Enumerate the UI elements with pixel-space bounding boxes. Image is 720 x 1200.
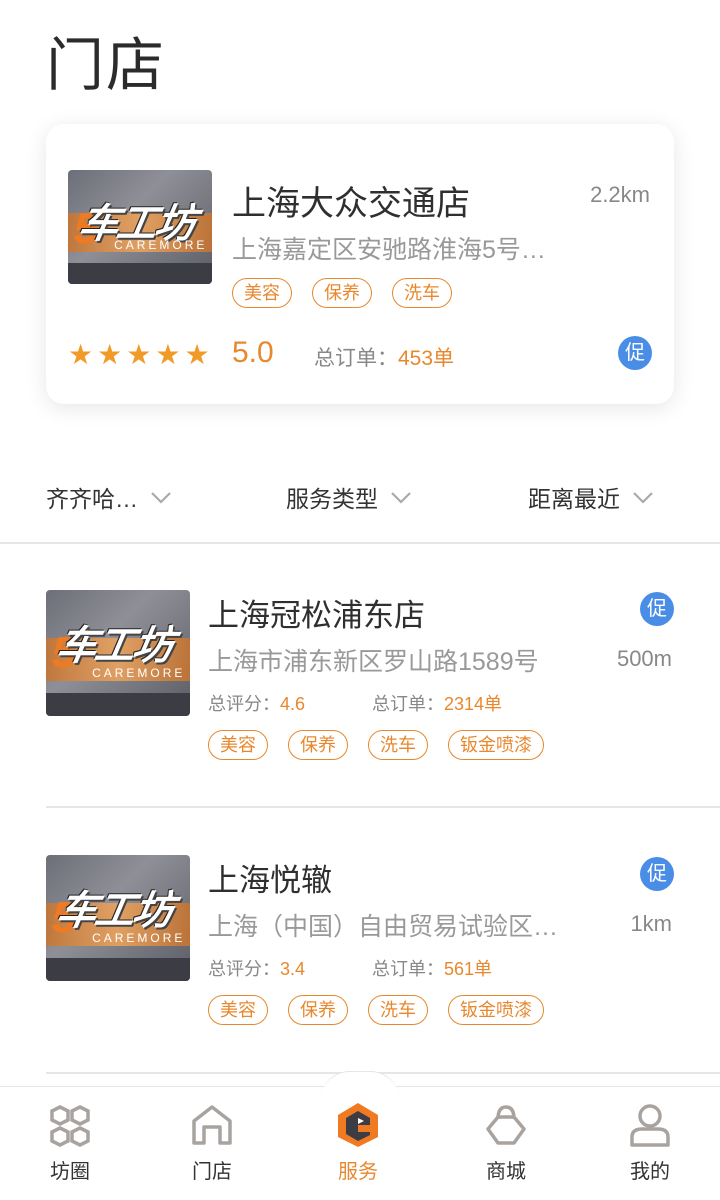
store-address: 上海市浦东新区罗山路1589号	[208, 648, 539, 676]
chevron-down-icon	[151, 492, 171, 504]
nav-label: 坊圈	[50, 1161, 90, 1183]
store-name: 上海大众交通店	[232, 185, 470, 223]
thumbnail-logo: 车工坊	[52, 623, 175, 668]
nav-tab-profile[interactable]: 我的	[600, 1101, 700, 1184]
nav-tab-store[interactable]: 门店	[162, 1101, 262, 1184]
total-rating: 总评分：3.4	[208, 959, 306, 979]
profile-icon	[630, 1104, 670, 1147]
sort-distance-filter[interactable]: 距离最近	[528, 480, 654, 514]
promo-badge: 促	[640, 857, 674, 891]
star-icon: ★	[155, 339, 181, 370]
store-thumbnail: 5 车工坊 CAREMORE	[68, 170, 212, 284]
divider	[0, 542, 720, 544]
nav-tab-service[interactable]: 服务	[308, 1101, 408, 1184]
rating-score: 5.0	[232, 336, 274, 369]
star-icon: ★	[68, 339, 94, 370]
nav-center-bump	[320, 1071, 400, 1101]
star-icon: ★	[126, 339, 152, 370]
chevron-down-icon	[633, 492, 653, 504]
thumbnail-logo: 车工坊	[52, 888, 175, 933]
service-tag: 洗车	[368, 995, 428, 1025]
total-rating: 总评分：4.6	[208, 694, 306, 714]
store-distance: 2.2km	[590, 182, 650, 207]
nav-label: 我的	[630, 1161, 670, 1183]
nav-label: 服务	[338, 1161, 378, 1183]
service-logo-icon	[338, 1103, 378, 1147]
nav-label: 商城	[486, 1161, 526, 1183]
divider	[46, 806, 720, 808]
store-address: 上海（中国）自由贸易试验区…	[208, 913, 559, 941]
service-tag: 钣金喷漆	[448, 730, 544, 760]
store-name: 上海冠松浦东店	[208, 598, 425, 633]
service-tag: 美容	[208, 730, 268, 760]
nav-label: 门店	[192, 1161, 232, 1183]
service-tag: 保养	[288, 730, 348, 760]
promo-badge: 促	[618, 336, 652, 370]
store-thumbnail: 5 车工坊 CAREMORE	[46, 590, 190, 716]
rating-stars: ★ ★ ★ ★ ★	[68, 338, 210, 372]
total-orders: 总订单：453单	[314, 347, 455, 370]
promo-badge: 促	[640, 592, 674, 626]
shopping-bag-icon	[486, 1105, 526, 1145]
store-address: 上海嘉定区安驰路淮海5号…	[232, 236, 546, 264]
total-orders: 总订单：2314单	[372, 694, 503, 714]
chevron-down-icon	[391, 492, 411, 504]
featured-store-card[interactable]: 5 车工坊 CAREMORE 上海大众交通店 2.2km 上海嘉定区安驰路淮海5…	[46, 124, 674, 404]
store-list-item[interactable]: 5 车工坊 CAREMORE 上海冠松浦东店 促 上海市浦东新区罗山路1589号…	[46, 546, 720, 766]
store-distance: 1km	[630, 911, 672, 936]
bottom-nav: 坊圈 门店 服务 商城 我的	[0, 1071, 720, 1200]
service-tag: 美容	[232, 278, 292, 308]
service-type-filter[interactable]: 服务类型	[286, 480, 412, 514]
service-tags: 美容 保养 洗车 钣金喷漆	[208, 995, 544, 1025]
star-icon: ★	[184, 339, 210, 370]
store-distance: 500m	[616, 646, 672, 671]
service-tag: 保养	[288, 995, 348, 1025]
service-tags: 美容 保养 洗车 钣金喷漆	[208, 730, 544, 760]
city-filter[interactable]: 齐齐哈…	[46, 480, 172, 514]
nav-tab-mall[interactable]: 商城	[456, 1101, 556, 1184]
star-icon: ★	[97, 339, 123, 370]
service-tag: 洗车	[392, 278, 452, 308]
store-icon	[192, 1105, 232, 1145]
store-thumbnail: 5 车工坊 CAREMORE	[46, 855, 190, 981]
total-orders: 总订单：561单	[372, 959, 493, 979]
nav-tab-community[interactable]: 坊圈	[20, 1101, 120, 1184]
service-tag: 美容	[208, 995, 268, 1025]
service-tag: 洗车	[368, 730, 428, 760]
service-tag: 钣金喷漆	[448, 995, 544, 1025]
service-tag: 保养	[312, 278, 372, 308]
store-list-item[interactable]: 5 车工坊 CAREMORE 上海悦辙 促 上海（中国）自由贸易试验区… 1km…	[46, 811, 720, 1031]
service-tags: 美容 保养 洗车	[232, 278, 452, 308]
filter-bar: 齐齐哈… 服务类型 距离最近	[0, 468, 720, 528]
page-title: 门店	[46, 33, 167, 98]
community-icon	[50, 1105, 90, 1147]
store-name: 上海悦辙	[208, 863, 332, 898]
